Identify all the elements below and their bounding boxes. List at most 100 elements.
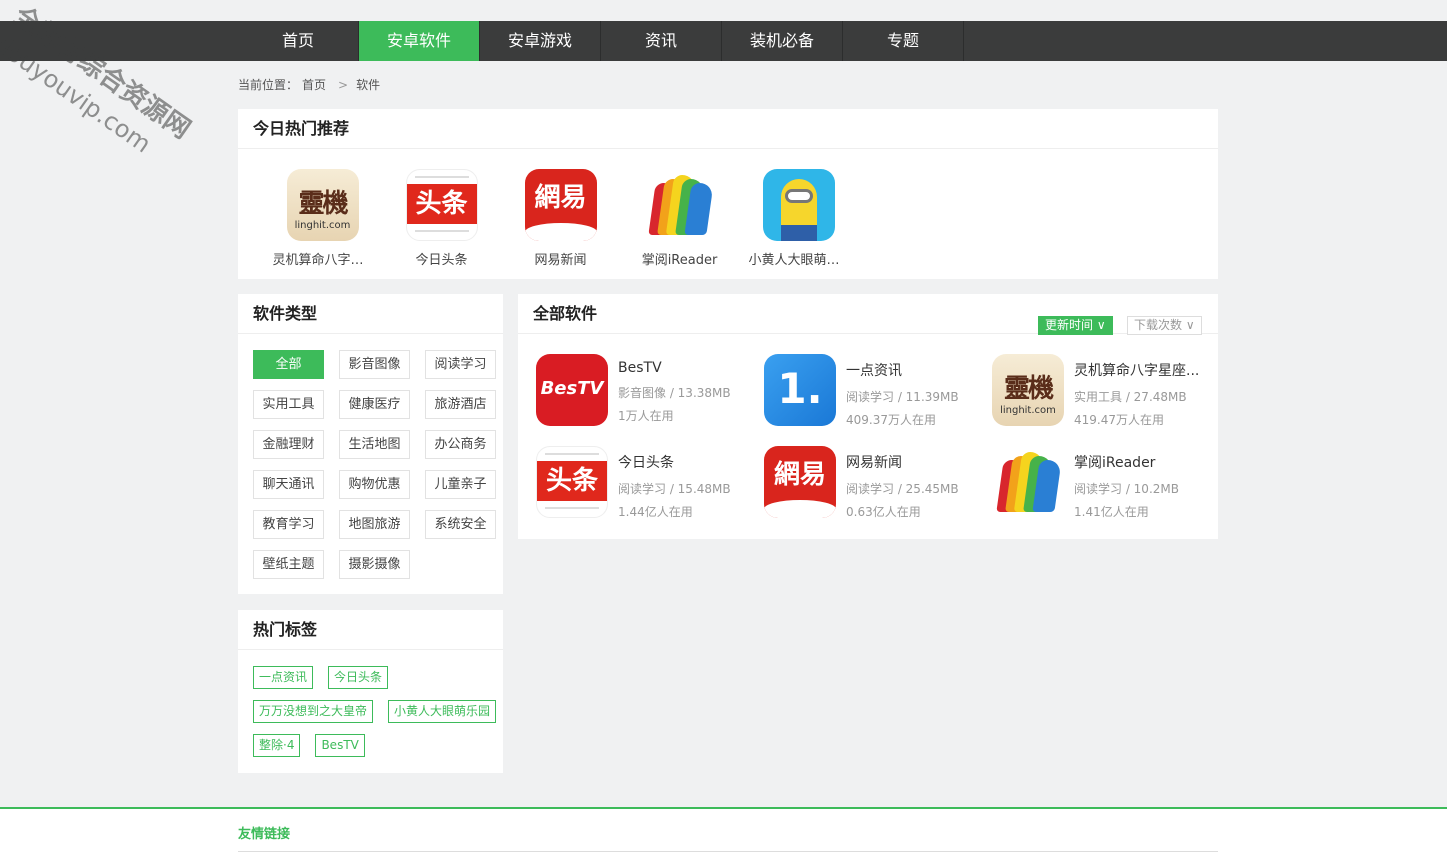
category-button[interactable]: 聊天通讯 [253, 470, 324, 499]
hot-tag[interactable]: BesTV [315, 734, 365, 757]
tag-row: 万万没想到之大皇帝 小黄人大眼萌乐园 [253, 700, 498, 723]
software-users: 419.47万人在用 [1074, 413, 1164, 427]
category-button[interactable]: 旅游酒店 [425, 390, 496, 419]
software-name[interactable]: 今日头条 [618, 452, 754, 472]
hot-tags-panel: 热门标签 一点资讯 今日头条 万万没想到之大皇帝 小黄人大眼萌乐园 整除·4 BesTV [238, 610, 503, 773]
software-meta: 阅读学习 / 10.2MB [1074, 482, 1179, 496]
hot-today-title: 今日热门推荐 [238, 109, 1218, 149]
main-nav: 首页 安卓软件 安卓游戏 资讯 装机必备 专题 [0, 21, 1447, 61]
software-item[interactable]: 網易 网易新闻 阅读学习 / 25.45MB 0.63亿人在用 [764, 446, 992, 519]
category-button[interactable]: 儿童亲子 [425, 470, 496, 499]
software-item[interactable]: 靈機 linghit.com 灵机算命八字星座... 实用工具 / 27.48MB 41… [992, 354, 1220, 427]
tag-row: 一点资讯 今日头条 [253, 666, 498, 689]
software-info: BesTV 影音图像 / 13.38MB 1万人在用 [618, 354, 754, 426]
software-users: 409.37万人在用 [846, 413, 936, 427]
wangyi-news-icon: 網易 [524, 169, 597, 241]
sort-by-downloads-button[interactable]: 下载次数 ∨ [1127, 316, 1202, 335]
category-button[interactable]: 摄影摄像 [339, 550, 410, 579]
bestv-icon: BesTV [536, 354, 608, 426]
software-users: 1万人在用 [618, 409, 674, 423]
yidian-icon: 1. [764, 354, 836, 426]
software-name[interactable]: BesTV [618, 360, 754, 376]
linghit-logo-text: 靈機 [1003, 374, 1054, 404]
category-button[interactable]: 影音图像 [339, 350, 410, 379]
hot-today-panel: 今日热门推荐 靈機linghit.com灵机算命八字星座...头条今日头条網易网… [238, 109, 1218, 279]
hot-tag[interactable]: 小黄人大眼萌乐园 [388, 700, 497, 723]
category-button[interactable]: 金融理财 [253, 430, 324, 459]
hot-app-name: 灵机算命八字星座... [272, 253, 373, 268]
category-button[interactable]: 办公商务 [425, 430, 496, 459]
toutiao-icon: 头条 [405, 169, 478, 241]
category-button[interactable]: 教育学习 [253, 510, 324, 539]
software-item[interactable]: BesTV BesTV 影音图像 / 13.38MB 1万人在用 [536, 354, 764, 426]
nav-item-1[interactable]: 安卓软件 [359, 21, 480, 61]
category-button[interactable]: 地图旅游 [339, 510, 410, 539]
hot-app-name: 小黄人大眼萌乐园 [748, 253, 849, 268]
category-button[interactable]: 购物优惠 [339, 470, 410, 499]
hot-app-name: 今日头条 [415, 253, 468, 268]
category-button[interactable]: 系统安全 [425, 510, 496, 539]
hot-app-item[interactable]: 头条 今日头条 [382, 169, 501, 268]
linghit-icon: 靈機 linghit.com [286, 169, 359, 241]
sort-by-update-button[interactable]: 更新时间 ∨ [1038, 316, 1113, 335]
software-name[interactable]: 一点资讯 [846, 360, 982, 380]
software-info: 一点资讯阅读学习 / 11.39MB 409.37万人在用 [846, 354, 982, 427]
toutiao-logo-text: 头条 [537, 461, 607, 501]
all-software-grid: BesTV BesTV 影音图像 / 13.38MB 1万人在用 1. 一点资讯 阅读学习 … [536, 354, 1220, 519]
software-name[interactable]: 网易新闻 [846, 452, 982, 472]
category-panel: 软件类型 全部 影音图像 阅读学习 实用工具 健康医疗 旅游酒店 金融理财 生活地图 办公商务聊… [238, 294, 503, 594]
hot-tag[interactable]: 整除·4 [253, 734, 301, 757]
ireader-icon [644, 169, 716, 241]
top-strip [0, 0, 1447, 21]
all-software-panel: 全部软件 更新时间 ∨ 下载次数 ∨ BesTV BesTV 影音图像 / 13.3… [518, 294, 1218, 539]
tag-row: 整除·4 BesTV [253, 734, 498, 757]
software-meta: 阅读学习 / 11.39MB [846, 390, 959, 404]
hot-tag[interactable]: 一点资讯 [253, 666, 314, 689]
software-item[interactable]: 1. 一点资讯阅读学习 / 11.39MB 409.37万人在用 [764, 354, 992, 427]
breadcrumb-current: 软件 [356, 78, 381, 92]
toutiao-icon: 头条 [536, 446, 608, 518]
software-item[interactable]: 头条 今日头条 阅读学习 / 15.48MB 1.44亿人在用 [536, 446, 764, 519]
hot-tags-title: 热门标签 [238, 610, 503, 650]
hot-today-list: 靈機linghit.com灵机算命八字星座...头条今日头条網易网易新闻掌阅iR… [263, 169, 858, 268]
software-info: 灵机算命八字星座... 实用工具 / 27.48MB 419.47万人在用 [1074, 354, 1210, 427]
hot-tag[interactable]: 万万没想到之大皇帝 [253, 700, 374, 723]
category-button[interactable]: 壁纸主题 [253, 550, 324, 579]
category-button[interactable]: 阅读学习 [425, 350, 496, 379]
all-software-title: 全部软件 [518, 294, 1218, 334]
hot-app-item[interactable]: 網易 网易新闻 [501, 169, 620, 268]
software-name[interactable]: 灵机算命八字星座... [1074, 360, 1210, 380]
minion-icon [762, 169, 835, 241]
bestv-logo-text: BesTV [540, 378, 604, 399]
breadcrumb: 当前位置： 首页 > 软件 [238, 76, 384, 93]
hot-tag[interactable]: 今日头条 [328, 666, 389, 689]
hot-app-name: 网易新闻 [534, 253, 587, 268]
nav-item-2[interactable]: 安卓游戏 [480, 21, 601, 61]
nav-item-5[interactable]: 专题 [843, 21, 964, 61]
hot-app-name: 掌阅iReader [641, 253, 718, 268]
ireader-icon [992, 446, 1064, 518]
linghit-icon: 靈機 linghit.com [992, 354, 1064, 426]
friend-links-title: 友情链接 [238, 827, 291, 842]
software-item[interactable]: 掌阅iReader 阅读学习 / 10.2MB 1.41亿人在用 [992, 446, 1220, 519]
hot-app-item[interactable]: 掌阅iReader [620, 169, 739, 268]
software-name[interactable]: 掌阅iReader [1074, 452, 1210, 472]
category-button[interactable]: 全部 [253, 350, 324, 379]
footer: 友情链接 [0, 807, 1447, 853]
category-button[interactable]: 健康医疗 [339, 390, 410, 419]
hot-app-item[interactable]: 小黄人大眼萌乐园 [739, 169, 858, 268]
breadcrumb-separator: > [338, 78, 349, 92]
software-users: 1.44亿人在用 [618, 505, 693, 519]
nav-item-0[interactable]: 首页 [238, 21, 359, 61]
nav-item-3[interactable]: 资讯 [601, 21, 722, 61]
software-meta: 阅读学习 / 25.45MB [846, 482, 959, 496]
nav-item-4[interactable]: 装机必备 [722, 21, 843, 61]
wangyi-news-icon: 網易 [764, 446, 836, 518]
wangyi-logo-text: 網易 [534, 183, 587, 213]
category-button[interactable]: 实用工具 [253, 390, 324, 419]
breadcrumb-prefix: 当前位置： [238, 78, 299, 92]
hot-app-item[interactable]: 靈機linghit.com 灵机算命八字星座... [263, 169, 382, 268]
breadcrumb-home-link[interactable]: 首页 [302, 78, 326, 92]
category-button[interactable]: 生活地图 [339, 430, 410, 459]
yidian-logo-text: 1. [777, 364, 823, 413]
